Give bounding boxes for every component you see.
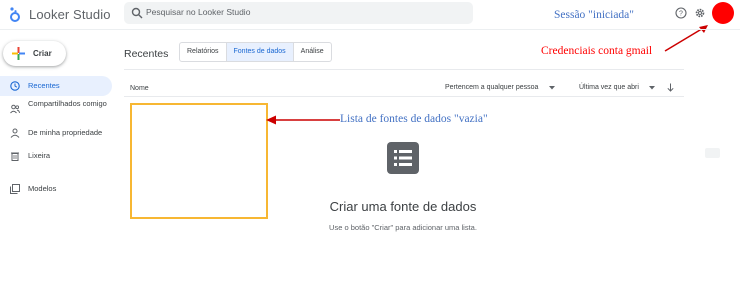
help-icon[interactable]: ? bbox=[675, 7, 687, 19]
tab-group: Relatórios Fontes de dados Análise bbox=[179, 42, 332, 62]
avatar[interactable] bbox=[712, 2, 734, 24]
scrollbar-thumb[interactable] bbox=[705, 148, 720, 158]
trash-icon bbox=[11, 152, 19, 161]
sidebar-item-label: Recentes bbox=[28, 81, 60, 90]
clock-icon bbox=[10, 81, 20, 91]
owner-filter-dropdown[interactable]: Pertencem a qualquer pessoa bbox=[445, 84, 538, 91]
empty-state-title: Criar uma fonte de dados bbox=[329, 199, 477, 214]
column-header-name[interactable]: Nome bbox=[130, 85, 149, 92]
credentials-annotation: Credenciais conta gmail bbox=[541, 45, 653, 57]
search-icon bbox=[131, 7, 143, 19]
credentials-arrow bbox=[664, 25, 708, 52]
svg-text:?: ? bbox=[679, 11, 683, 18]
sidebar-item-label: De minha propriedade bbox=[28, 128, 103, 137]
sidebar-item-label: Modelos bbox=[28, 184, 57, 193]
search-box[interactable]: Pesquisar no Looker Studio bbox=[124, 2, 473, 24]
tab-fontes-de-dados[interactable]: Fontes de dados bbox=[226, 43, 294, 61]
header-row-divider bbox=[124, 96, 684, 97]
search-placeholder: Pesquisar no Looker Studio bbox=[146, 7, 251, 17]
sidebar-item-recentes[interactable]: Recentes bbox=[0, 76, 112, 96]
app-title[interactable]: Looker Studio bbox=[29, 7, 111, 22]
caret-down-icon[interactable] bbox=[649, 86, 655, 90]
list-divider bbox=[124, 69, 684, 70]
arrow-down-icon[interactable] bbox=[667, 83, 674, 92]
empty-list-arrow bbox=[266, 115, 340, 125]
list-icon bbox=[387, 142, 419, 174]
create-label: Criar bbox=[33, 49, 52, 58]
session-annotation: Sessão "iniciada" bbox=[554, 9, 634, 21]
templates-icon bbox=[10, 184, 20, 194]
sidebar-item-modelos[interactable]: Modelos bbox=[0, 179, 112, 199]
sidebar-item-de-minha-propriedade[interactable]: De minha propriedade bbox=[0, 123, 112, 143]
people-icon bbox=[10, 104, 20, 114]
page-title: Recentes bbox=[124, 48, 169, 60]
tab-analise[interactable]: Análise bbox=[294, 43, 331, 61]
plus-icon bbox=[12, 47, 25, 60]
empty-list-highlight bbox=[130, 103, 268, 219]
gear-icon[interactable] bbox=[694, 7, 706, 19]
person-icon bbox=[10, 128, 20, 138]
empty-list-annotation: Lista de fontes de dados "vazia" bbox=[340, 113, 488, 125]
header-divider bbox=[0, 29, 740, 30]
empty-state-subtitle: Use o botão "Criar" para adicionar uma l… bbox=[329, 223, 477, 232]
sort-filter-dropdown[interactable]: Última vez que abri bbox=[579, 84, 639, 91]
sidebar-item-label: Compartilhados comigo bbox=[28, 99, 107, 108]
sidebar-item-compartilhados[interactable]: Compartilhados comigo bbox=[0, 98, 112, 120]
sidebar-item-lixeira[interactable]: Lixeira bbox=[0, 146, 112, 166]
sidebar-item-label: Lixeira bbox=[28, 151, 51, 160]
caret-down-icon[interactable] bbox=[549, 86, 555, 90]
tab-relatorios[interactable]: Relatórios bbox=[180, 43, 227, 61]
create-button[interactable]: Criar bbox=[3, 41, 66, 66]
looker-studio-logo-icon[interactable] bbox=[9, 6, 21, 22]
